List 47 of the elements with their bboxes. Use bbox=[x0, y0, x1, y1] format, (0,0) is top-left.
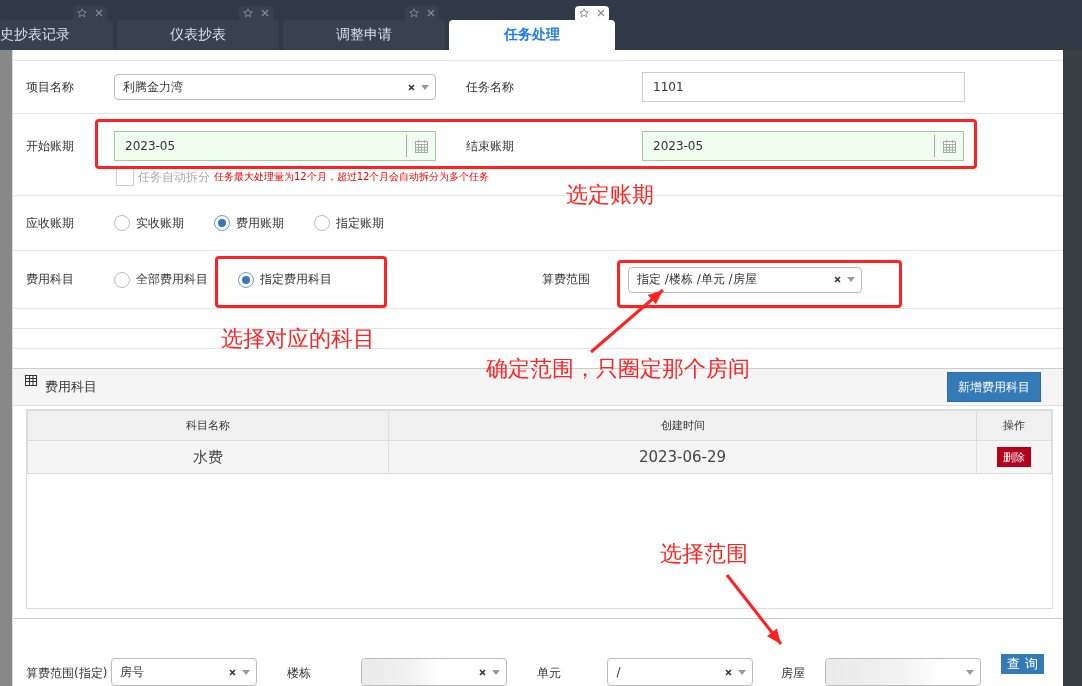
tab[interactable]: 史抄表记录 bbox=[0, 20, 113, 50]
annotation-text: 选择对应的科目 bbox=[221, 326, 375, 353]
field-label: 算费范围 bbox=[542, 271, 591, 288]
radio-option[interactable]: 实收账期 bbox=[114, 214, 184, 232]
radio-label: 实收账期 bbox=[136, 214, 184, 232]
column-header: 创建时间 bbox=[388, 410, 977, 441]
field-label: 任务名称 bbox=[466, 78, 515, 96]
column-header: 操作 bbox=[976, 410, 1052, 441]
field-label: 费用科目 bbox=[26, 271, 75, 288]
radio-option[interactable]: 全部费用科目 bbox=[114, 271, 208, 288]
annotation-text: 选定账期 bbox=[566, 182, 654, 209]
field-label: 开始账期 bbox=[26, 137, 75, 155]
query-button[interactable]: 查 询 bbox=[1001, 654, 1044, 674]
radio-label: 指定费用科目 bbox=[260, 271, 332, 288]
add-button[interactable]: 新增费用科目 bbox=[947, 372, 1041, 402]
text-field[interactable]: 1101 bbox=[642, 72, 965, 102]
select-field[interactable]: / bbox=[607, 658, 754, 686]
date-field[interactable]: 2023-05 bbox=[642, 131, 964, 161]
radio-label: 费用账期 bbox=[236, 214, 284, 232]
tab[interactable]: 调整申请 bbox=[283, 20, 445, 50]
radio-label: 全部费用科目 bbox=[136, 271, 208, 288]
delete-button[interactable]: 删除 bbox=[997, 447, 1031, 467]
field-label: 算费范围(指定) bbox=[26, 665, 108, 682]
table-cell: 水费 bbox=[27, 440, 389, 474]
panel-title: 费用科目 bbox=[45, 378, 97, 396]
tab[interactable]: 任务处理 bbox=[449, 20, 615, 50]
radio-label: 指定账期 bbox=[336, 214, 384, 232]
field-label: 应收账期 bbox=[26, 214, 75, 232]
select-field[interactable]: 房号 bbox=[111, 658, 258, 686]
table-cell: 2023-06-29 bbox=[388, 440, 977, 474]
radio-option[interactable]: 指定费用科目 bbox=[238, 271, 332, 288]
radio-option[interactable]: 指定账期 bbox=[314, 214, 384, 232]
date-field[interactable]: 2023-05 bbox=[114, 131, 436, 161]
column-header: 科目名称 bbox=[27, 410, 389, 441]
field-label: 单元 bbox=[537, 665, 562, 682]
warning-note: 任务最大处理量为12个月，超过12个月会自动拆分为多个任务 bbox=[214, 170, 490, 184]
field-label: 楼栋 bbox=[287, 665, 312, 682]
radio-option[interactable]: 费用账期 bbox=[214, 214, 284, 232]
select-field[interactable]: 利腾金力湾 bbox=[114, 74, 436, 100]
tab[interactable]: 仪表抄表 bbox=[117, 20, 279, 50]
checkbox-label: 任务自动拆分 bbox=[138, 168, 210, 186]
field-label: 项目名称 bbox=[26, 78, 75, 96]
select-field[interactable]: 指定 /楼栋 /单元 /房屋 bbox=[628, 266, 862, 293]
field-label: 房屋 bbox=[781, 665, 806, 682]
annotation-text: 选择范围 bbox=[660, 541, 748, 568]
annotation-text: 确定范围，只圈定那个房间 bbox=[486, 356, 750, 383]
field-label: 结束账期 bbox=[466, 137, 515, 155]
